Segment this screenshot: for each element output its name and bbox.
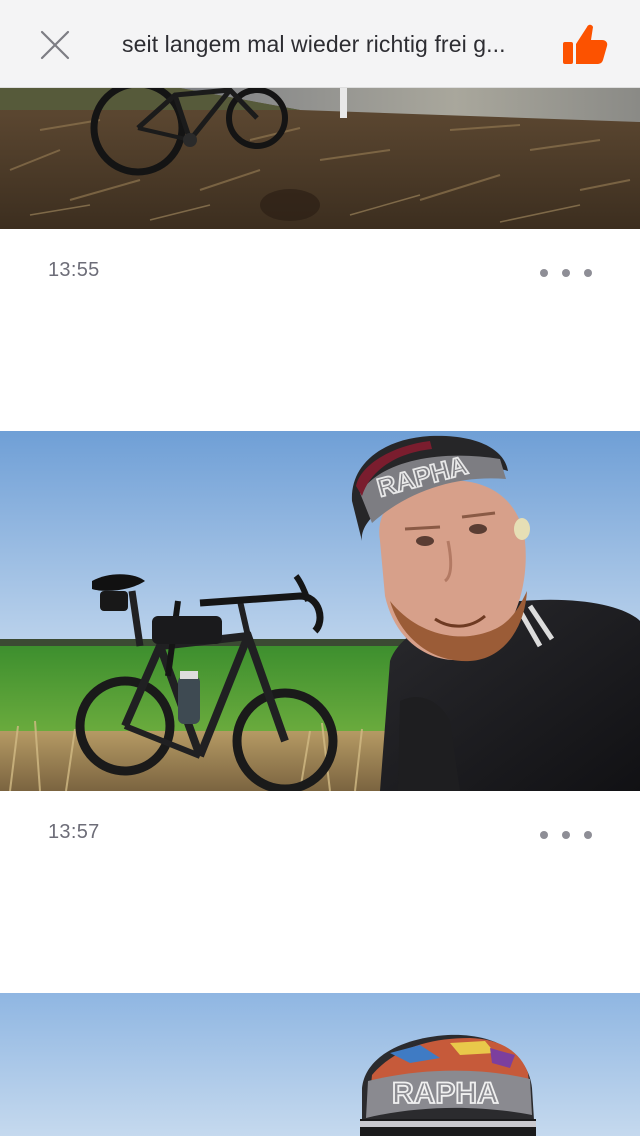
- activity-photo[interactable]: RAPHA: [0, 431, 640, 791]
- activity-title: seit langem mal wieder richtig frei g...: [122, 31, 506, 57]
- photo-selfie-with-bike: RAPHA: [0, 431, 640, 791]
- photo-selfie-with-cap: RAPHA: [0, 993, 640, 1136]
- cap-logo-text: RAPHA: [392, 1077, 499, 1110]
- photo-timestamp: 13:57: [48, 821, 100, 843]
- more-horizontal-icon-dot: [562, 269, 570, 277]
- photo-timestamp: 13:55: [48, 259, 100, 281]
- more-horizontal-icon: [540, 831, 548, 839]
- more-horizontal-icon: [540, 269, 548, 277]
- more-options-button[interactable]: [532, 255, 600, 291]
- activity-photo-feed: seit langem mal wieder richtig frei g...…: [0, 0, 640, 1136]
- more-horizontal-icon-dot: [584, 269, 592, 277]
- more-horizontal-icon-dot: [562, 831, 570, 839]
- kudos-button[interactable]: [560, 18, 610, 70]
- more-options-button[interactable]: [532, 817, 600, 853]
- close-button[interactable]: [32, 22, 78, 68]
- close-icon: [40, 30, 70, 60]
- top-bar: seit langem mal wieder richtig frei g...: [0, 0, 640, 88]
- photo-caption-row: 13:55: [0, 253, 640, 293]
- thumbs-up-icon: [563, 24, 608, 64]
- activity-photo[interactable]: RAPHA: [0, 993, 640, 1136]
- photo-caption-row: 13:57: [0, 815, 640, 855]
- more-horizontal-icon-dot: [584, 831, 592, 839]
